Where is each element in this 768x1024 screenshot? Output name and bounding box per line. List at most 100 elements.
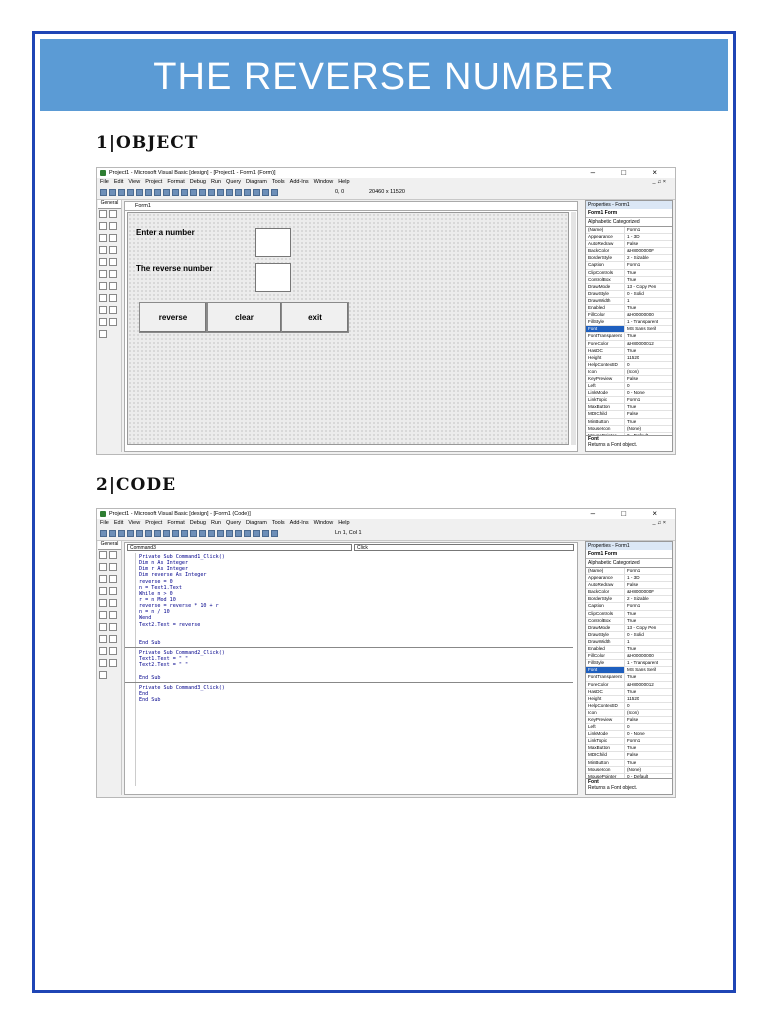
menu-item-run[interactable]: Run: [211, 519, 221, 528]
add-project-icon[interactable]: [100, 189, 107, 196]
property-row[interactable]: MDIChild False: [586, 752, 672, 760]
property-value[interactable]: 0: [625, 362, 630, 368]
add-form-icon[interactable]: [109, 189, 116, 196]
redo-icon[interactable]: [190, 530, 197, 537]
property-value[interactable]: &H00000000: [625, 653, 654, 659]
redo-icon[interactable]: [190, 189, 197, 196]
property-value[interactable]: 2 - Sizable: [625, 255, 649, 261]
property-value[interactable]: 0: [625, 383, 630, 389]
property-row[interactable]: ControlBox True: [586, 617, 672, 625]
menu-item-debug[interactable]: Debug: [190, 178, 206, 187]
object-browser-icon[interactable]: [253, 189, 260, 196]
property-value[interactable]: MS Sans Serif: [625, 326, 656, 332]
start-icon[interactable]: [199, 530, 206, 537]
text1-input[interactable]: [255, 228, 291, 257]
menu-item-edit[interactable]: Edit: [114, 519, 123, 528]
frame-tool-icon[interactable]: [99, 575, 107, 583]
property-value[interactable]: 1 - Transparent: [625, 660, 658, 666]
property-value[interactable]: True: [625, 305, 636, 311]
property-value[interactable]: True: [625, 348, 636, 354]
optionbutton-tool-icon[interactable]: [109, 587, 117, 595]
property-row[interactable]: FontTransparent True: [586, 333, 672, 341]
menu-item-file[interactable]: File: [100, 519, 109, 528]
properties-object-select[interactable]: Form1 Form: [586, 550, 672, 559]
menu-item-tools[interactable]: Tools: [272, 178, 285, 187]
form-layout-icon[interactable]: [244, 530, 251, 537]
vscrollbar-tool-icon[interactable]: [109, 611, 117, 619]
window-controls[interactable]: – □ ×: [591, 168, 669, 177]
property-value[interactable]: (Icon): [625, 369, 639, 375]
property-row[interactable]: MouseIcon (None): [586, 766, 672, 774]
property-value[interactable]: False: [625, 241, 638, 247]
picturebox-icon[interactable]: [109, 210, 117, 218]
menu-item-help[interactable]: Help: [338, 178, 349, 187]
listbox-tool-icon[interactable]: [109, 258, 117, 266]
property-row[interactable]: MinButton True: [586, 759, 672, 767]
vscrollbar-tool-icon[interactable]: [109, 270, 117, 278]
property-row[interactable]: MinButton True: [586, 418, 672, 426]
designer-scrollbar[interactable]: [571, 212, 576, 445]
property-value[interactable]: Form1: [625, 262, 640, 268]
property-row[interactable]: Appearance 1 - 3D: [586, 234, 672, 242]
toolbox-icon[interactable]: [262, 189, 269, 196]
find-icon[interactable]: [172, 189, 179, 196]
end-icon[interactable]: [217, 189, 224, 196]
filelistbox-tool-icon[interactable]: [109, 294, 117, 302]
property-value[interactable]: 13 - Copy Pen: [625, 625, 656, 631]
property-value[interactable]: 1 - Transparent: [625, 319, 658, 325]
property-row[interactable]: ControlBox True: [586, 276, 672, 284]
image-tool-icon[interactable]: [99, 659, 107, 667]
break-icon[interactable]: [208, 530, 215, 537]
property-value[interactable]: True: [625, 611, 636, 617]
property-value[interactable]: True: [625, 674, 636, 680]
property-row[interactable]: FontTransparent True: [586, 674, 672, 682]
pointer-icon[interactable]: [99, 210, 107, 218]
window-controls[interactable]: – □ ×: [591, 509, 669, 518]
property-value[interactable]: &H00000000: [625, 312, 654, 318]
property-row[interactable]: Height 11520: [586, 695, 672, 703]
property-value[interactable]: 0 - None: [625, 390, 645, 396]
property-value[interactable]: MS Sans Serif: [625, 667, 656, 673]
copy-icon[interactable]: [154, 189, 161, 196]
property-value[interactable]: &H80000012: [625, 341, 654, 347]
property-value[interactable]: Form1: [625, 738, 640, 744]
drivelistbox-tool-icon[interactable]: [109, 282, 117, 290]
property-row[interactable]: Font MS Sans Serif: [586, 326, 672, 334]
property-row[interactable]: HasDC True: [586, 688, 672, 696]
filelistbox-tool-icon[interactable]: [109, 635, 117, 643]
commandbutton-tool-icon[interactable]: [109, 234, 117, 242]
property-row[interactable]: ForeColor &H80000012: [586, 681, 672, 689]
ole-tool-icon[interactable]: [99, 330, 107, 338]
property-value[interactable]: False: [625, 411, 638, 417]
paste-icon[interactable]: [163, 530, 170, 537]
property-value[interactable]: 1: [625, 639, 630, 645]
menu-item-format[interactable]: Format: [167, 178, 184, 187]
label-tool-icon[interactable]: [99, 222, 107, 230]
property-row[interactable]: DrawMode 13 - Copy Pen: [586, 283, 672, 291]
property-row[interactable]: FillStyle 1 - Transparent: [586, 319, 672, 327]
property-row[interactable]: MaxButton True: [586, 745, 672, 753]
code-editor[interactable]: Command3 Click Private Sub Command1_Clic…: [124, 542, 578, 795]
property-row[interactable]: DrawMode 13 - Copy Pen: [586, 624, 672, 632]
property-row[interactable]: DrawStyle 0 - Solid: [586, 290, 672, 298]
property-value[interactable]: 11520: [625, 355, 639, 361]
menu-item-query[interactable]: Query: [226, 178, 241, 187]
shape-tool-icon[interactable]: [99, 647, 107, 655]
property-value[interactable]: 1: [625, 298, 630, 304]
drivelistbox-tool-icon[interactable]: [109, 623, 117, 631]
pointer-icon[interactable]: [99, 551, 107, 559]
property-row[interactable]: KeyPreview False: [586, 716, 672, 725]
property-row[interactable]: BackColor &H8000000F: [586, 589, 672, 597]
property-row[interactable]: ClipControls True: [586, 610, 672, 618]
property-row[interactable]: Left 0: [586, 724, 672, 732]
properties-tabs[interactable]: Alphabetic Categorized: [586, 559, 672, 568]
reverse-button[interactable]: reverse: [139, 302, 207, 333]
properties-object-select[interactable]: Form1 Form: [586, 209, 672, 218]
add-form-icon[interactable]: [109, 530, 116, 537]
open-icon[interactable]: [127, 530, 134, 537]
property-value[interactable]: (None): [625, 426, 641, 432]
menu-editor-icon[interactable]: [118, 189, 125, 196]
menu-item-window[interactable]: Window: [314, 178, 334, 187]
save-icon[interactable]: [136, 189, 143, 196]
properties-tabs[interactable]: Alphabetic Categorized: [586, 218, 672, 227]
